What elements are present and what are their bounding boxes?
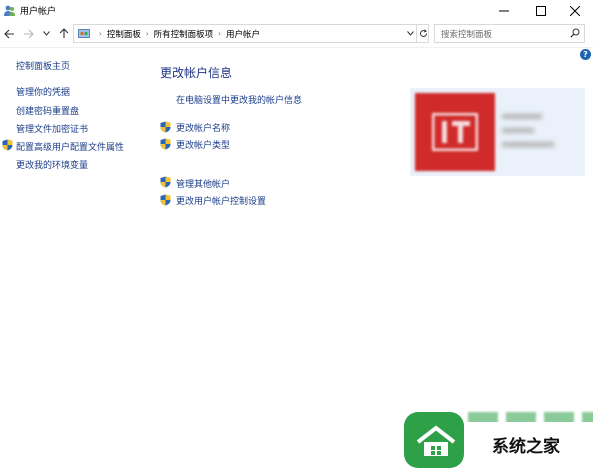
breadcrumb-control-panel[interactable]: 控制面板: [107, 28, 141, 40]
user-info-panel: [410, 88, 585, 176]
account-type-blurred: [502, 128, 534, 133]
title-bar: 用户帐户: [0, 0, 593, 21]
forward-arrow-icon[interactable]: [22, 27, 35, 40]
recent-locations-chevron-icon[interactable]: [40, 27, 53, 40]
sidebar-item-file-encryption-certificates[interactable]: 管理文件加密证书: [16, 122, 88, 135]
search-icon[interactable]: [570, 28, 580, 41]
help-icon[interactable]: ?: [580, 49, 591, 60]
watermark-text: 系统之家: [492, 437, 560, 457]
window-title: 用户帐户: [20, 7, 57, 17]
control-panel-icon: [78, 28, 90, 39]
sidebar-item-password-reset-disk[interactable]: 创建密码重置盘: [16, 104, 79, 117]
uac-shield-icon: [160, 194, 171, 206]
address-bar[interactable]: › 控制面板 › 所有控制面板项 › 用户帐户: [73, 24, 429, 43]
search-input[interactable]: 搜索控制面板: [434, 24, 585, 43]
uac-shield-icon: [160, 121, 171, 133]
change-account-type-link[interactable]: 更改帐户类型: [176, 138, 230, 151]
watermark: 系统之家: [404, 410, 593, 468]
refresh-icon[interactable]: [416, 25, 429, 42]
uac-shield-icon: [2, 139, 13, 151]
search-placeholder: 搜索控制面板: [441, 30, 493, 40]
change-account-name-link[interactable]: 更改帐户名称: [176, 121, 230, 134]
sidebar-item-control-panel-home[interactable]: 控制面板主页: [16, 59, 70, 72]
breadcrumb-all-items[interactable]: 所有控制面板项: [154, 28, 214, 40]
breadcrumb-separator-icon: ›: [218, 29, 221, 38]
sidebar-item-manage-credentials[interactable]: 管理你的凭据: [16, 85, 70, 98]
address-dropdown-chevron-icon[interactable]: [404, 25, 416, 42]
watermark-logo-icon: [404, 412, 464, 468]
minimize-button[interactable]: [486, 0, 522, 21]
avatar-logo-icon: [432, 113, 478, 151]
uac-settings-link[interactable]: 更改用户帐户控制设置: [176, 194, 266, 207]
account-email-blurred: [502, 142, 554, 147]
watermark-ghost-text: [464, 410, 593, 422]
maximize-button[interactable]: [523, 0, 559, 21]
breadcrumb-user-accounts[interactable]: 用户帐户: [226, 28, 260, 40]
pc-settings-link[interactable]: 在电脑设置中更改我的帐户信息: [176, 93, 302, 106]
sidebar-item-environment-variables[interactable]: 更改我的环境变量: [16, 158, 88, 171]
manage-other-accounts-link[interactable]: 管理其他帐户: [176, 177, 230, 190]
breadcrumb-separator-icon: ›: [99, 29, 102, 38]
user-accounts-icon: [3, 4, 16, 17]
page-title: 更改帐户信息: [160, 66, 233, 80]
navigation-bar: › 控制面板 › 所有控制面板项 › 用户帐户 搜索控制面板: [0, 21, 593, 48]
uac-shield-icon: [160, 176, 171, 188]
up-arrow-icon[interactable]: [57, 27, 70, 40]
sidebar-item-advanced-profile-properties[interactable]: 配置高级用户配置文件属性: [16, 140, 124, 153]
close-button[interactable]: [557, 0, 593, 21]
breadcrumb-separator-icon: ›: [145, 29, 149, 38]
back-arrow-icon[interactable]: [3, 27, 16, 40]
avatar: [415, 93, 495, 171]
account-name-blurred: [502, 114, 542, 119]
uac-shield-icon: [160, 138, 171, 150]
